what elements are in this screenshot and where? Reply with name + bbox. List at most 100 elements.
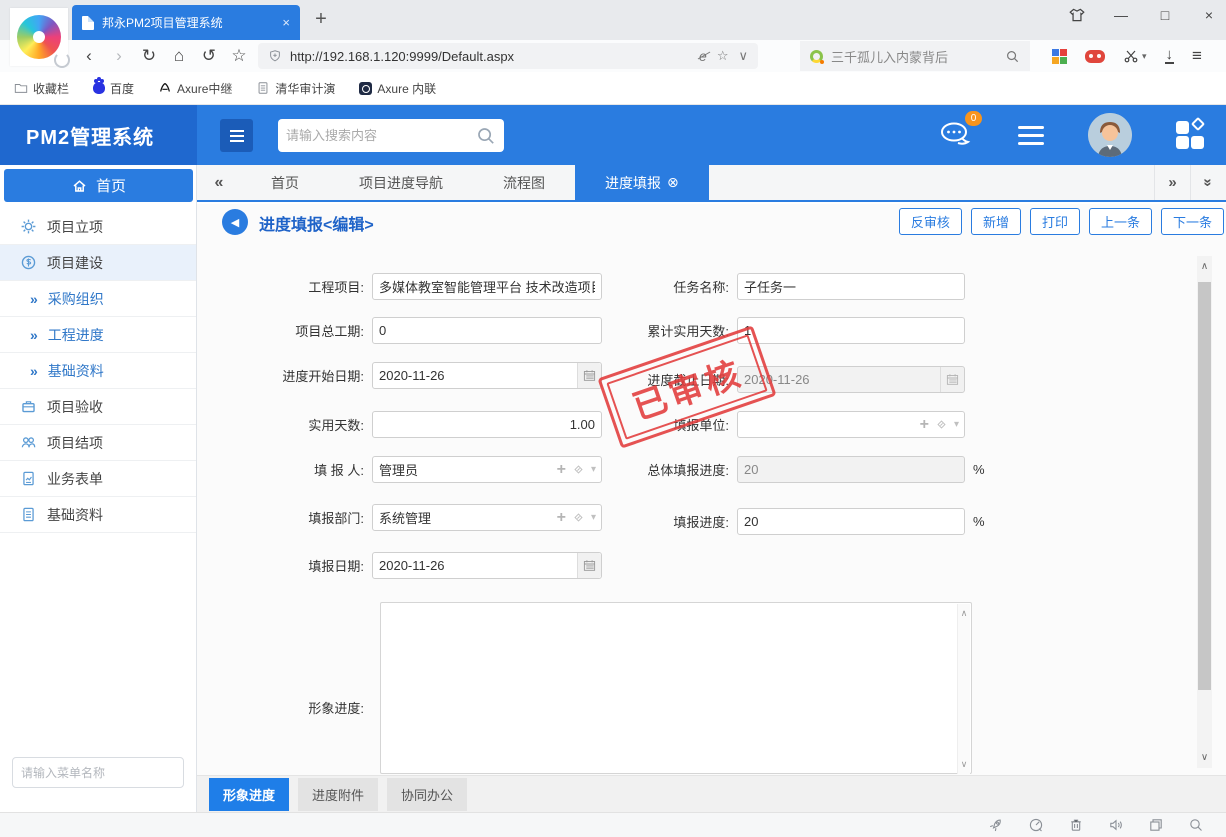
tabs-collapse-icon[interactable]: » xyxy=(1190,165,1226,200)
picker-add-icon[interactable]: + xyxy=(920,417,929,433)
coin-icon xyxy=(20,254,37,271)
gear-icon xyxy=(20,218,37,235)
task-name-input[interactable] xyxy=(737,273,965,300)
sidebar-item-project-closing[interactable]: 项目结项 xyxy=(0,425,196,461)
sidebar-item-project-construction[interactable]: 项目建设 xyxy=(0,245,196,281)
browser-menu-icon[interactable]: ≡ xyxy=(1192,46,1202,66)
minimize-icon[interactable]: — xyxy=(1112,7,1130,23)
previous-record-button[interactable]: 上一条 xyxy=(1089,208,1152,235)
textarea-scrollbar[interactable]: ∧ ∨ xyxy=(957,604,970,774)
sidebar-home-button[interactable]: 首页 xyxy=(4,169,193,202)
back-circle-icon[interactable]: ◀ xyxy=(222,209,248,235)
scroll-down-icon[interactable]: ∨ xyxy=(961,759,968,770)
forward-icon[interactable]: › xyxy=(106,43,132,69)
bottom-tab-visual-progress[interactable]: 形象进度 xyxy=(209,778,289,811)
sidebar-item-project-acceptance[interactable]: 项目验收 xyxy=(0,389,196,425)
app-menu-icon[interactable] xyxy=(1018,126,1044,145)
picker-clear-icon[interactable] xyxy=(935,418,948,431)
boost-rocket-icon[interactable] xyxy=(988,817,1004,833)
scissors-caret-icon[interactable]: ▾ xyxy=(1142,51,1147,62)
tabs-scroll-left-icon[interactable]: « xyxy=(197,165,241,200)
unaudit-button[interactable]: 反审核 xyxy=(899,208,962,235)
report-progress-input[interactable] xyxy=(737,508,965,535)
url-text[interactable]: http://192.168.1.120:9999/Default.aspx xyxy=(290,49,691,64)
back-icon[interactable]: ‹ xyxy=(76,43,102,69)
close-icon[interactable]: × xyxy=(1200,7,1218,23)
volume-icon[interactable] xyxy=(1108,817,1124,833)
picker-caret-icon[interactable]: ▾ xyxy=(954,419,959,430)
scroll-up-icon[interactable]: ∧ xyxy=(1197,261,1212,272)
sidebar-item-procurement[interactable]: » 采购组织 xyxy=(0,281,196,317)
bookmark-axure-relay[interactable]: Axure中继 xyxy=(158,80,232,97)
sidebar-item-basic-data-sub[interactable]: » 基础资料 xyxy=(0,353,196,389)
maximize-icon[interactable]: □ xyxy=(1156,7,1174,23)
sidebar-item-basic-data[interactable]: 基础资料 xyxy=(0,497,196,533)
sidebar-item-project-initiation[interactable]: 项目立项 xyxy=(0,209,196,245)
document-icon xyxy=(256,81,270,95)
apps-grid-icon[interactable] xyxy=(1052,49,1067,64)
tab-close-icon[interactable]: × xyxy=(282,15,290,30)
trash-icon[interactable] xyxy=(1068,817,1084,833)
percent-suffix: % xyxy=(973,462,985,477)
search-icon[interactable] xyxy=(1005,49,1020,64)
messages-button[interactable]: 0 xyxy=(938,120,974,150)
sidebar-item-engineering-progress[interactable]: » 工程进度 xyxy=(0,317,196,353)
print-button[interactable]: 打印 xyxy=(1030,208,1080,235)
download-icon[interactable]: ↓ xyxy=(1165,48,1175,64)
work-tab-progress-nav[interactable]: 项目进度导航 xyxy=(329,165,473,200)
user-avatar[interactable] xyxy=(1088,113,1132,157)
sidebar-toggle-button[interactable] xyxy=(220,119,253,152)
visual-progress-textarea[interactable]: ∧ ∨ xyxy=(380,602,972,774)
speed-test-icon[interactable] xyxy=(1028,817,1044,833)
url-dropdown-icon[interactable]: ∨ xyxy=(738,48,748,64)
next-record-button[interactable]: 下一条 xyxy=(1161,208,1224,235)
bookmark-axure-inline[interactable]: Axure 内联 xyxy=(359,80,436,97)
tab-close-icon[interactable]: ⊗ xyxy=(667,174,679,191)
browser-logo[interactable] xyxy=(10,8,68,66)
scroll-down-icon[interactable]: ∨ xyxy=(1197,752,1212,763)
favorites-star-icon[interactable]: ☆ xyxy=(226,43,252,69)
browser-search-box[interactable]: 三千孤儿入内蒙背后 xyxy=(800,41,1030,71)
new-tab-button[interactable]: + xyxy=(308,8,334,31)
accum-days-input[interactable] xyxy=(737,317,965,344)
skin-icon[interactable] xyxy=(1068,6,1086,24)
menu-search-box[interactable] xyxy=(12,757,184,788)
app-search-box[interactable] xyxy=(278,119,504,152)
undo-icon[interactable]: ↺ xyxy=(196,43,222,69)
search-icon[interactable] xyxy=(476,126,496,146)
bookmark-tsinghua[interactable]: 清华审计演 xyxy=(256,80,335,97)
app-search-input[interactable] xyxy=(286,128,476,143)
home-icon[interactable]: ⌂ xyxy=(166,43,192,69)
bottom-tab-bar: 形象进度 进度附件 协同办公 xyxy=(197,775,1226,812)
menu-search-input[interactable] xyxy=(21,766,176,780)
bottom-tab-collaboration[interactable]: 协同办公 xyxy=(387,778,467,811)
screenshot-scissors-icon[interactable]: ▾ xyxy=(1123,48,1147,64)
browser-tab[interactable]: 邦永PM2项目管理系统 × xyxy=(72,5,300,40)
scrollbar-thumb[interactable] xyxy=(1198,282,1211,690)
bookmark-star-icon[interactable]: ☆ xyxy=(717,48,729,64)
work-tab-home[interactable]: 首页 xyxy=(241,165,329,200)
work-tab-progress-report[interactable]: 进度填报 ⊗ xyxy=(575,165,709,200)
field-label: 填报进度: xyxy=(547,512,737,531)
calendar-icon xyxy=(940,367,964,392)
reload-icon[interactable]: ↻ xyxy=(136,43,162,69)
scroll-up-icon[interactable]: ∧ xyxy=(961,608,968,619)
calendar-icon[interactable] xyxy=(577,553,601,578)
field-label: 总体填报进度: xyxy=(547,460,737,479)
bottom-tab-progress-attachment[interactable]: 进度附件 xyxy=(298,778,378,811)
zoom-search-icon[interactable] xyxy=(1188,817,1204,833)
work-tab-flowchart[interactable]: 流程图 xyxy=(473,165,575,200)
games-icon[interactable] xyxy=(1085,50,1105,63)
ie-compat-icon[interactable]: e xyxy=(699,48,707,64)
window-layout-icon[interactable] xyxy=(1148,817,1164,833)
tabs-scroll-right-icon[interactable]: » xyxy=(1154,165,1190,200)
url-field[interactable]: http://192.168.1.120:9999/Default.aspx e… xyxy=(258,43,758,69)
bookmark-favorites[interactable]: 收藏栏 xyxy=(14,80,69,97)
sidebar-item-business-forms[interactable]: 业务表单 xyxy=(0,461,196,497)
add-button[interactable]: 新增 xyxy=(971,208,1021,235)
report-date-input[interactable] xyxy=(372,552,602,579)
app-launcher-icon[interactable] xyxy=(1176,119,1208,151)
bookmark-baidu[interactable]: 百度 xyxy=(93,80,134,97)
panel-scrollbar[interactable]: ∧ ∨ xyxy=(1197,256,1212,768)
search-query[interactable]: 三千孤儿入内蒙背后 xyxy=(831,47,997,66)
